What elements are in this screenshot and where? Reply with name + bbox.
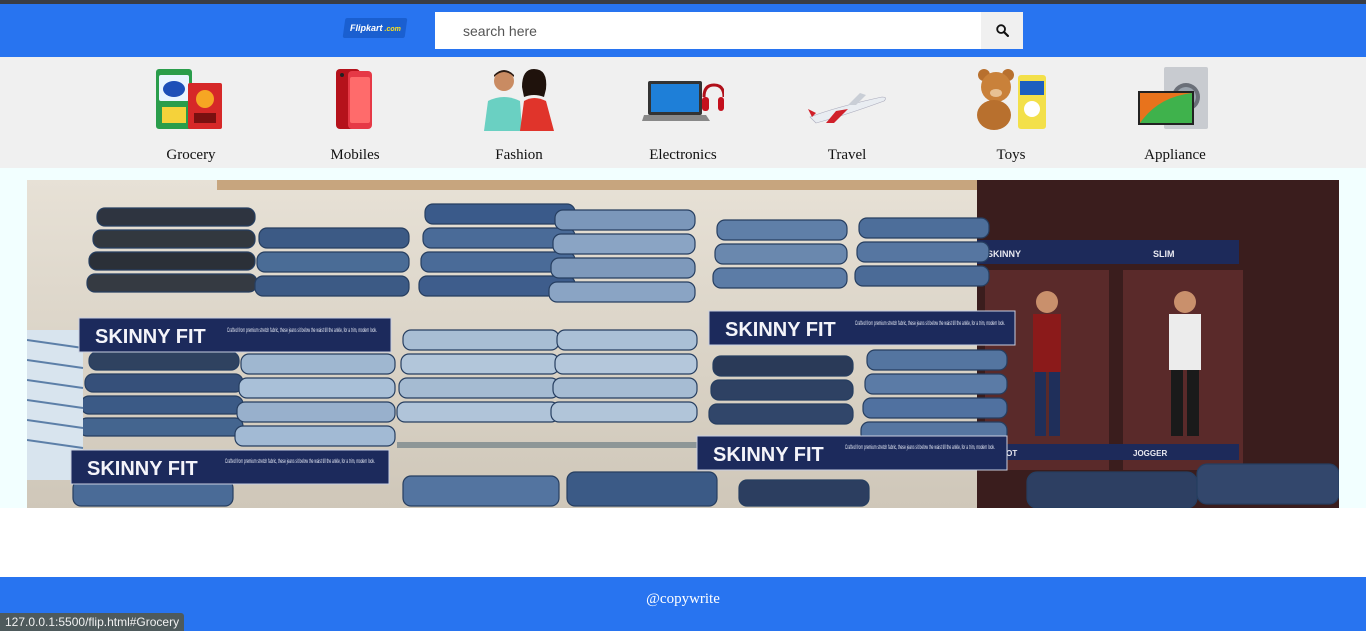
electronics-image (642, 81, 724, 121)
sign-caption-2: Crafted from premium stretch fabric, the… (855, 320, 1005, 327)
category-appliance[interactable]: Appliance (1110, 57, 1240, 168)
category-label: Mobiles (330, 147, 380, 163)
search-icon (995, 24, 1009, 37)
category-electronics[interactable]: Electronics (618, 57, 748, 168)
jeans-banner-image: SKINNY SLIM CARROT JOGGER (27, 180, 1339, 508)
category-label: Grocery (166, 147, 216, 163)
category-label: Fashion (495, 147, 543, 163)
sign-skinny-fit-2: SKINNY FIT (725, 319, 836, 341)
sign-skinny-fit-3: SKINNY FIT (87, 458, 198, 480)
footer: @copywrite (0, 577, 1366, 631)
logo-suffix: .com (384, 26, 401, 33)
poster-label-jogger: JOGGER (1133, 449, 1167, 458)
category-bar: Grocery Mobiles Fashion Electronics Trav… (0, 57, 1366, 168)
sign-caption-1: Crafted from premium stretch fabric, the… (227, 327, 377, 334)
travel-image (808, 93, 886, 124)
category-fashion[interactable]: Fashion (454, 57, 584, 168)
fashion-image (484, 69, 554, 131)
mobiles-image (336, 69, 372, 129)
footer-copyright: @copywrite (646, 591, 720, 607)
banner-section: SKINNY SLIM CARROT JOGGER (0, 168, 1366, 508)
search-button[interactable] (981, 12, 1023, 49)
category-label: Appliance (1144, 147, 1206, 163)
category-grocery[interactable]: Grocery (126, 57, 256, 168)
header: Flipkart .com (0, 4, 1366, 57)
poster-label-skinny: SKINNY (987, 249, 1021, 259)
grocery-image (156, 69, 222, 129)
toys-image (977, 69, 1046, 130)
sign-caption-4: Crafted from premium stretch fabric, the… (845, 444, 995, 451)
category-label: Electronics (649, 147, 717, 163)
sign-skinny-fit-1: SKINNY FIT (95, 326, 206, 348)
logo-text: Flipkart (349, 23, 383, 33)
poster-label-slim: SLIM (1153, 249, 1175, 259)
category-toys[interactable]: Toys (946, 57, 1076, 168)
sign-skinny-fit-4: SKINNY FIT (713, 444, 824, 466)
appliance-image (1138, 67, 1208, 129)
browser-status-url: 127.0.0.1:5500/flip.html#Grocery (0, 613, 185, 631)
category-mobiles[interactable]: Mobiles (290, 57, 420, 168)
category-label: Toys (996, 147, 1026, 163)
category-travel[interactable]: Travel (782, 57, 912, 168)
category-label: Travel (827, 147, 867, 163)
sign-caption-3: Crafted from premium stretch fabric, the… (225, 458, 375, 465)
flipkart-logo[interactable]: Flipkart .com (342, 18, 408, 38)
search-input[interactable] (435, 12, 981, 49)
